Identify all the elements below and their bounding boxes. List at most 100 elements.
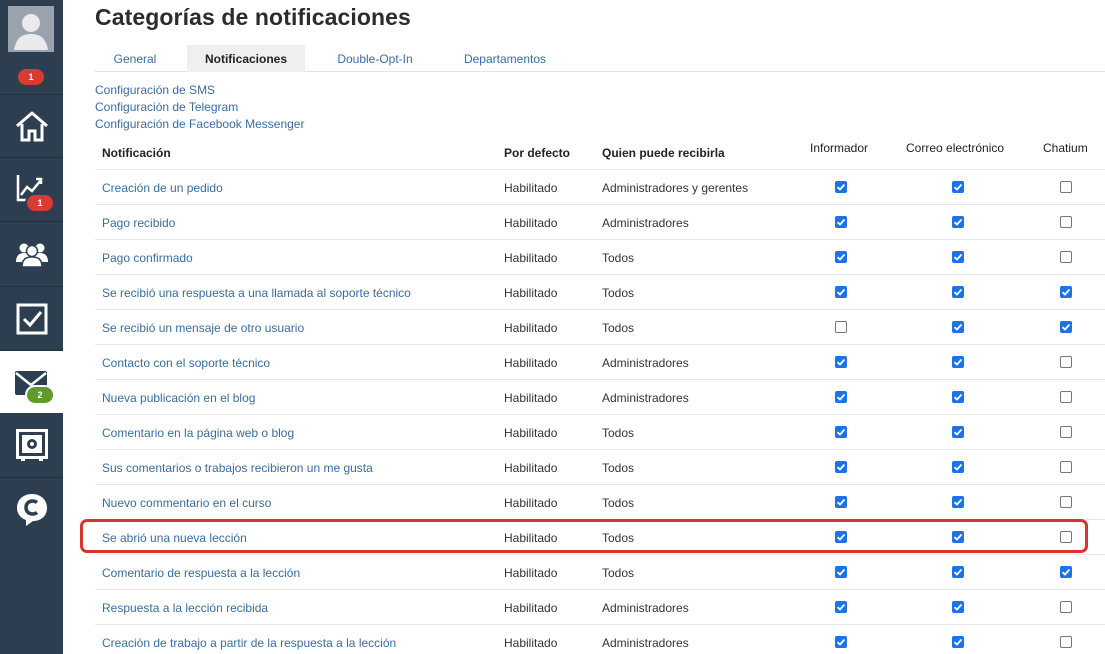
sidebar-item-chatium[interactable] — [0, 478, 63, 542]
notification-name-link[interactable]: Respuesta a la lección recibida — [102, 590, 268, 625]
email-checkbox[interactable] — [952, 286, 964, 298]
header-notification: Notificación — [102, 146, 171, 160]
table-row: Sus comentarios o trabajos recibieron un… — [95, 449, 1105, 484]
informer-checkbox[interactable] — [835, 566, 847, 578]
chatium-checkbox[interactable] — [1060, 566, 1072, 578]
informer-checkbox[interactable] — [835, 391, 847, 403]
email-checkbox[interactable] — [952, 496, 964, 508]
chatium-checkbox[interactable] — [1060, 321, 1072, 333]
table-row: Creación de un pedido Habilitado Administr… — [95, 169, 1105, 204]
recipients-text: Administradores — [602, 390, 689, 405]
sidebar-profile[interactable]: 1 — [0, 0, 63, 95]
header-informer: Informador — [810, 141, 869, 155]
email-checkbox[interactable] — [952, 251, 964, 263]
table-row: Creación de trabajo a partir de la respu… — [95, 624, 1105, 654]
informer-checkbox[interactable] — [835, 356, 847, 368]
chatium-checkbox[interactable] — [1060, 181, 1072, 193]
chatium-checkbox[interactable] — [1060, 356, 1072, 368]
sidebar-item-safe[interactable] — [0, 413, 63, 478]
recipients-text: Todos — [602, 425, 635, 440]
sms-config-link[interactable]: Configuración de SMS — [95, 82, 304, 99]
tab-double-opt-in[interactable]: Double-Opt-In — [321, 45, 429, 72]
table-row: Contacto con el soporte técnico Habilitad… — [95, 344, 1105, 379]
analytics-badge: 1 — [27, 195, 53, 211]
email-checkbox[interactable] — [952, 356, 964, 368]
default-status: Habilitado — [504, 565, 558, 580]
chatium-checkbox[interactable] — [1060, 601, 1072, 613]
user-avatar-icon — [8, 6, 54, 52]
sidebar-item-tasks[interactable] — [0, 287, 63, 351]
email-checkbox[interactable] — [952, 601, 964, 613]
notification-name-link[interactable]: Pago recibido — [102, 205, 175, 240]
informer-checkbox[interactable] — [835, 426, 847, 438]
telegram-config-link[interactable]: Configuración de Telegram — [95, 99, 304, 116]
notification-name-link[interactable]: Comentario en la página web o blog — [102, 415, 294, 450]
sidebar-item-home[interactable] — [0, 95, 63, 158]
informer-checkbox[interactable] — [835, 636, 847, 648]
tab-general[interactable]: General — [95, 45, 175, 72]
email-checkbox[interactable] — [952, 636, 964, 648]
email-checkbox[interactable] — [952, 566, 964, 578]
default-status: Habilitado — [504, 215, 558, 230]
chatium-checkbox[interactable] — [1060, 426, 1072, 438]
default-status: Habilitado — [504, 460, 558, 475]
informer-checkbox[interactable] — [835, 461, 847, 473]
informer-checkbox[interactable] — [835, 496, 847, 508]
email-checkbox[interactable] — [952, 461, 964, 473]
notification-name-link[interactable]: Comentario de respuesta a la lección — [102, 555, 300, 590]
email-checkbox[interactable] — [952, 181, 964, 193]
email-checkbox[interactable] — [952, 531, 964, 543]
tab-departamentos[interactable]: Departamentos — [447, 45, 563, 72]
email-checkbox[interactable] — [952, 426, 964, 438]
tab-bar: General Notificaciones Double-Opt-In Dep… — [95, 45, 1105, 72]
default-status: Habilitado — [504, 530, 558, 545]
default-status: Habilitado — [504, 390, 558, 405]
recipients-text: Todos — [602, 320, 635, 335]
sidebar-item-analytics[interactable]: 1 — [0, 158, 63, 222]
recipients-text: Administradores — [602, 355, 689, 370]
email-checkbox[interactable] — [952, 321, 964, 333]
notification-name-link[interactable]: Pago confirmado — [102, 240, 193, 275]
notification-name-link[interactable]: Sus comentarios o trabajos recibieron un… — [102, 450, 373, 485]
informer-checkbox[interactable] — [835, 531, 847, 543]
table-row: Comentario en la página web o blog Habili… — [95, 414, 1105, 449]
profile-badge: 1 — [18, 69, 44, 85]
email-checkbox[interactable] — [952, 391, 964, 403]
informer-checkbox[interactable] — [835, 216, 847, 228]
notification-name-link[interactable]: Nueva publicación en el blog — [102, 380, 255, 415]
chatium-checkbox[interactable] — [1060, 391, 1072, 403]
facebook-config-link[interactable]: Configuración de Facebook Messenger — [95, 116, 304, 133]
notification-name-link[interactable]: Se recibió un mensaje de otro usuario — [102, 310, 304, 345]
table-row: Comentario de respuesta a la lección Habi… — [95, 554, 1105, 589]
informer-checkbox[interactable] — [835, 251, 847, 263]
chatium-checkbox[interactable] — [1060, 636, 1072, 648]
default-status: Habilitado — [504, 600, 558, 615]
sidebar: 1 1 2 — [0, 0, 63, 654]
email-checkbox[interactable] — [952, 216, 964, 228]
informer-checkbox[interactable] — [835, 321, 847, 333]
header-email: Correo electrónico — [906, 141, 1005, 155]
notification-name-link[interactable]: Nuevo commentario en el curso — [102, 485, 271, 520]
chatium-checkbox[interactable] — [1060, 461, 1072, 473]
header-default: Por defecto — [504, 146, 571, 160]
default-status: Habilitado — [504, 320, 558, 335]
recipients-text: Administradores y gerentes — [602, 180, 749, 195]
chatium-checkbox[interactable] — [1060, 286, 1072, 298]
header-who: Quien puede recibirla — [602, 146, 725, 160]
tab-notificaciones[interactable]: Notificaciones — [187, 45, 305, 72]
informer-checkbox[interactable] — [835, 286, 847, 298]
notification-name-link[interactable]: Contacto con el soporte técnico — [102, 345, 270, 380]
chatium-checkbox[interactable] — [1060, 216, 1072, 228]
informer-checkbox[interactable] — [835, 601, 847, 613]
sidebar-item-users[interactable] — [0, 222, 63, 287]
notification-name-link[interactable]: Creación de trabajo a partir de la respu… — [102, 625, 396, 654]
chatium-checkbox[interactable] — [1060, 251, 1072, 263]
chatium-checkbox[interactable] — [1060, 496, 1072, 508]
notification-name-link[interactable]: Se abrió una nueva lección — [102, 520, 247, 555]
table-row: Pago recibido Habilitado Administradores — [95, 204, 1105, 239]
notification-name-link[interactable]: Creación de un pedido — [102, 170, 223, 205]
notification-name-link[interactable]: Se recibió una respuesta a una llamada a… — [102, 275, 411, 310]
informer-checkbox[interactable] — [835, 181, 847, 193]
chatium-checkbox[interactable] — [1060, 531, 1072, 543]
sidebar-item-messages[interactable]: 2 — [0, 351, 63, 413]
